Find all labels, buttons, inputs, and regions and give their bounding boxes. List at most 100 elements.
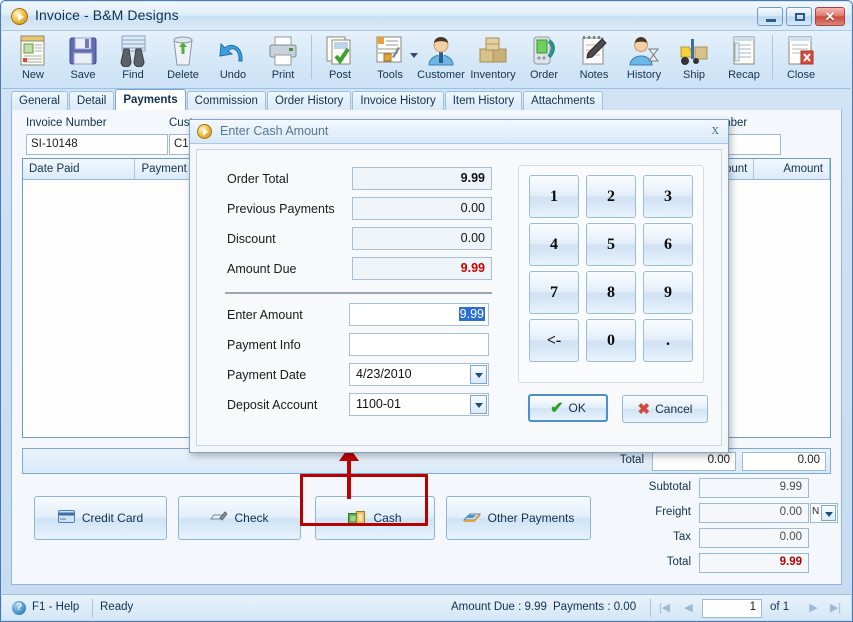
invoice-application-window: Invoice - B&M Designs ✕ New Save Find De… xyxy=(0,0,853,622)
toolbar-button-customer[interactable]: Customer xyxy=(415,31,467,87)
new-document-icon xyxy=(16,35,50,67)
subtotal-label: Subtotal xyxy=(648,481,691,493)
toolbar-separator xyxy=(311,35,312,79)
toolbar-button-order[interactable]: Order xyxy=(519,31,569,87)
keypad-key-4[interactable]: 4 xyxy=(529,223,579,266)
previous-payments-label: Previous Payments xyxy=(227,202,335,216)
tab-invoice-history[interactable]: Invoice History xyxy=(352,91,444,110)
chevron-down-icon[interactable] xyxy=(470,365,487,384)
keypad-key-1[interactable]: 1 xyxy=(529,175,579,218)
keypad-key-8[interactable]: 8 xyxy=(586,271,636,314)
scanner-icon xyxy=(527,35,561,67)
freight-value[interactable]: 0.00 xyxy=(699,503,809,523)
toolbar-button-new[interactable]: New xyxy=(8,31,58,87)
credit-card-label: Credit Card xyxy=(81,511,144,525)
keypad-key-backspace[interactable]: <- xyxy=(529,319,579,362)
nav-prev-button[interactable]: ◀ xyxy=(680,600,697,617)
tab-item-history[interactable]: Item History xyxy=(444,91,523,110)
invoice-number-input[interactable]: SI-10148 xyxy=(26,134,168,155)
keypad-key-9[interactable]: 9 xyxy=(643,271,693,314)
enter-amount-input[interactable]: 9.99 xyxy=(349,303,489,326)
previous-payments-value: 0.00 xyxy=(352,197,492,220)
enter-amount-label: Enter Amount xyxy=(227,308,303,322)
keypad-key-3[interactable]: 3 xyxy=(643,175,693,218)
payment-info-input[interactable] xyxy=(349,333,489,356)
order-total-label: Order Total xyxy=(227,172,289,186)
toolbar-label: Order xyxy=(529,69,559,81)
toolbar-button-delete[interactable]: Delete xyxy=(158,31,208,87)
recycle-bin-icon xyxy=(166,35,200,67)
printer-icon xyxy=(266,35,300,67)
other-payments-button[interactable]: Other Payments xyxy=(446,496,591,540)
toolbar-button-find[interactable]: Find xyxy=(108,31,158,87)
checkmark-icon: ✔ xyxy=(550,400,564,417)
maximize-button[interactable] xyxy=(786,7,812,26)
number-input[interactable] xyxy=(721,134,781,155)
cancel-button[interactable]: ✖ Cancel xyxy=(622,395,708,423)
toolbar-button-post[interactable]: Post xyxy=(315,31,365,87)
tab-attachments[interactable]: Attachments xyxy=(523,91,603,110)
toolbar-button-save[interactable]: Save xyxy=(58,31,108,87)
person-hourglass-icon xyxy=(627,35,661,67)
dialog-close-icon[interactable]: x xyxy=(712,122,720,139)
question-circle-icon[interactable]: ? xyxy=(12,601,26,615)
enter-cash-amount-dialog: Enter Cash Amount x Order Total 9.99 Pre… xyxy=(189,119,729,453)
close-icon: ✕ xyxy=(824,9,836,24)
nav-first-button[interactable]: |◀ xyxy=(656,600,673,617)
tab-general[interactable]: General xyxy=(11,91,68,110)
ok-button[interactable]: ✔ OK xyxy=(528,394,608,422)
tab-order-history[interactable]: Order History xyxy=(266,91,352,110)
toolbar-button-history[interactable]: History xyxy=(619,31,669,87)
toolbar-button-close[interactable]: Close xyxy=(776,31,826,87)
undo-arrow-icon xyxy=(216,35,250,67)
toolbar-label: Recap xyxy=(728,69,760,81)
total-value: 9.99 xyxy=(699,553,809,573)
column-date-paid[interactable]: Date Paid xyxy=(23,159,136,179)
credit-card-button[interactable]: Credit Card xyxy=(34,496,167,540)
tab-payments[interactable]: Payments xyxy=(115,89,186,110)
page-number-input[interactable]: 1 xyxy=(702,599,762,618)
amount-due-value: 9.99 xyxy=(352,257,492,280)
amount-due-status: Amount Due : 9.99 xyxy=(451,601,547,613)
cancel-label: Cancel xyxy=(655,402,693,416)
column-amount[interactable]: Amount xyxy=(754,159,830,179)
keypad-key-0[interactable]: 0 xyxy=(586,319,636,362)
nav-last-button[interactable]: ▶| xyxy=(827,600,844,617)
toolbar-button-notes[interactable]: Notes xyxy=(569,31,619,87)
toolbar-button-tools[interactable]: Tools xyxy=(365,31,418,87)
keypad-key-5[interactable]: 5 xyxy=(586,223,636,266)
toolbar-button-ship[interactable]: Ship xyxy=(669,31,719,87)
toolbar-button-undo[interactable]: Undo xyxy=(208,31,258,87)
order-total-value: 9.99 xyxy=(352,167,492,190)
toolbar-button-print[interactable]: Print xyxy=(258,31,308,87)
window-titlebar: Invoice - B&M Designs ✕ xyxy=(2,2,851,31)
keypad-key-6[interactable]: 6 xyxy=(643,223,693,266)
tab-commission[interactable]: Commission xyxy=(186,91,266,110)
chevron-down-icon[interactable] xyxy=(821,505,836,521)
keypad-key-2[interactable]: 2 xyxy=(586,175,636,218)
keypad-key-7[interactable]: 7 xyxy=(529,271,579,314)
deposit-account-select[interactable]: 1100-01 xyxy=(349,393,489,416)
tab-bar: General Detail Payments Commission Order… xyxy=(11,89,842,111)
minimize-button[interactable] xyxy=(757,7,783,26)
close-button[interactable]: ✕ xyxy=(815,7,845,26)
other-payments-label: Other Payments xyxy=(487,511,575,525)
toolbar-button-inventory[interactable]: Inventory xyxy=(467,31,519,87)
keypad-key-decimal[interactable]: . xyxy=(643,319,693,362)
check-pen-icon xyxy=(210,510,229,526)
toolbar-label: Post xyxy=(328,69,351,81)
payments-status: Payments : 0.00 xyxy=(553,601,637,613)
freight-type-select[interactable]: N xyxy=(810,503,838,523)
freight-label: Freight xyxy=(655,506,691,518)
toolbar-label: Delete xyxy=(167,69,199,81)
chevron-down-icon[interactable] xyxy=(470,395,487,414)
report-icon xyxy=(727,35,761,67)
toolbar-label: New xyxy=(21,69,44,81)
amount-due-label: Amount Due xyxy=(227,262,297,276)
check-button[interactable]: Check xyxy=(178,496,301,540)
grid-total-amount: 0.00 xyxy=(742,452,826,471)
nav-next-button[interactable]: ▶ xyxy=(805,600,822,617)
payment-date-select[interactable]: 4/23/2010 xyxy=(349,363,489,386)
toolbar-button-recap[interactable]: Recap xyxy=(719,31,769,87)
tab-detail[interactable]: Detail xyxy=(68,91,115,110)
